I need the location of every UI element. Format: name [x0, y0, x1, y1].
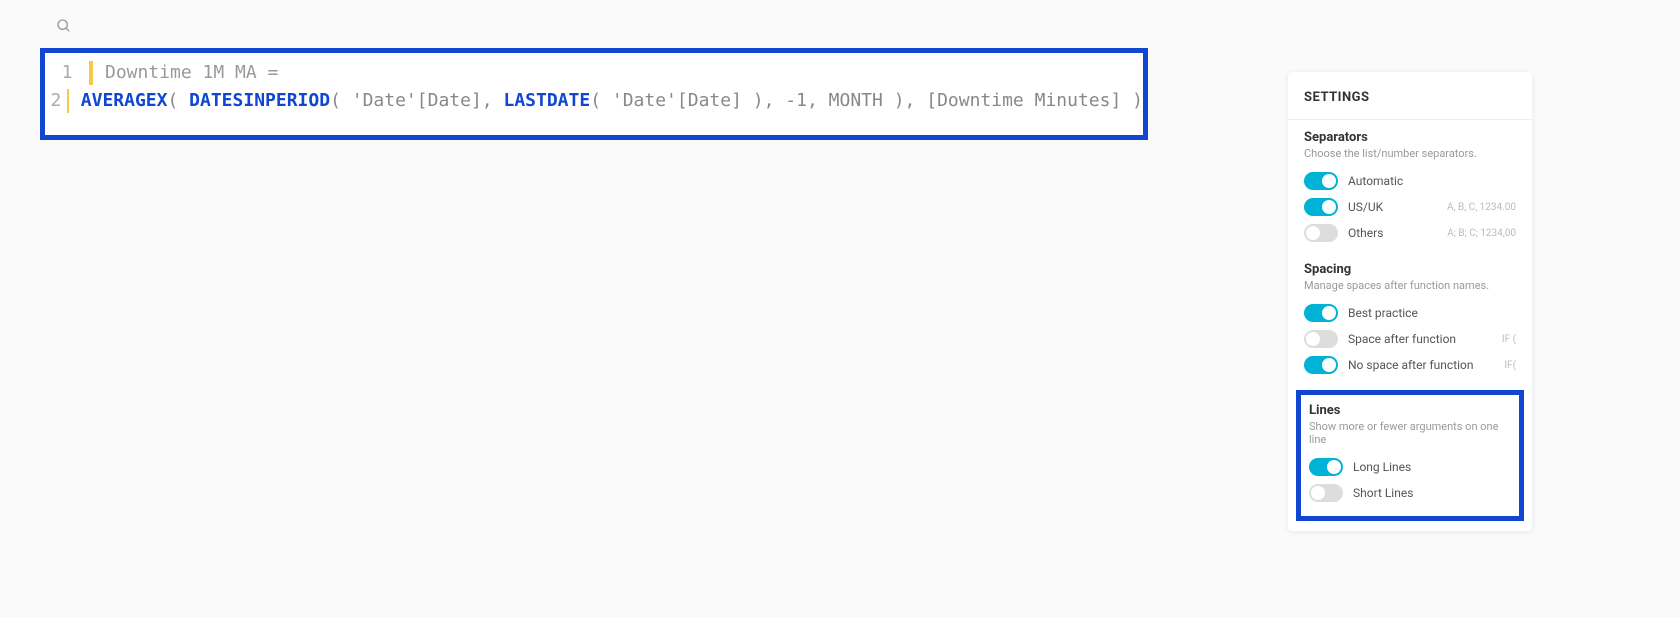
lines-heading: Lines	[1309, 403, 1511, 418]
search-icon[interactable]	[56, 18, 72, 39]
toggle-others[interactable]	[1304, 224, 1338, 242]
separators-heading: Separators	[1304, 130, 1516, 145]
line-number: 1	[45, 59, 89, 87]
spacing-section: Spacing Manage spaces after function nam…	[1288, 252, 1532, 384]
toggle-label: Short Lines	[1353, 486, 1511, 500]
measure-name: Downtime 1M MA =	[105, 59, 278, 87]
toggle-hint: A, B, C, 1234.00	[1447, 202, 1516, 213]
toggle-label: Best practice	[1348, 306, 1516, 320]
settings-title: SETTINGS	[1288, 72, 1532, 120]
toggle-hint: A; B; C; 1234,00	[1447, 228, 1516, 239]
spacing-heading: Spacing	[1304, 262, 1516, 277]
toggle-short-lines[interactable]	[1309, 484, 1343, 502]
toggle-space-after[interactable]	[1304, 330, 1338, 348]
code-line: AVERAGEX( DATESINPERIOD( 'Date'[Date], L…	[81, 87, 1143, 115]
toggle-no-space[interactable]	[1304, 356, 1338, 374]
gutter-bar	[67, 89, 69, 113]
toggle-long-lines[interactable]	[1309, 458, 1343, 476]
lines-sub: Show more or fewer arguments on one line	[1309, 420, 1511, 446]
toggle-label: Space after function	[1348, 332, 1502, 346]
toggle-label: Automatic	[1348, 174, 1516, 188]
spacing-sub: Manage spaces after function names.	[1304, 279, 1516, 292]
toggle-label: US/UK	[1348, 200, 1447, 214]
separators-section: Separators Choose the list/number separa…	[1288, 120, 1532, 252]
toggle-label: Others	[1348, 226, 1447, 240]
toggle-hint: IF(	[1504, 360, 1516, 371]
lines-section: Lines Show more or fewer arguments on on…	[1296, 390, 1524, 521]
toggle-hint: IF (	[1502, 334, 1516, 345]
settings-panel: SETTINGS Separators Choose the list/numb…	[1288, 72, 1532, 531]
toggle-automatic[interactable]	[1304, 172, 1338, 190]
gutter-bar	[89, 61, 93, 85]
separators-sub: Choose the list/number separators.	[1304, 147, 1516, 160]
toggle-best-practice[interactable]	[1304, 304, 1338, 322]
toggle-label: No space after function	[1348, 358, 1504, 372]
code-editor[interactable]: 1 Downtime 1M MA = 2 AVERAGEX( DATESINPE…	[40, 48, 1148, 140]
line-number: 2	[45, 87, 67, 115]
toggle-label: Long Lines	[1353, 460, 1511, 474]
toggle-usuk[interactable]	[1304, 198, 1338, 216]
